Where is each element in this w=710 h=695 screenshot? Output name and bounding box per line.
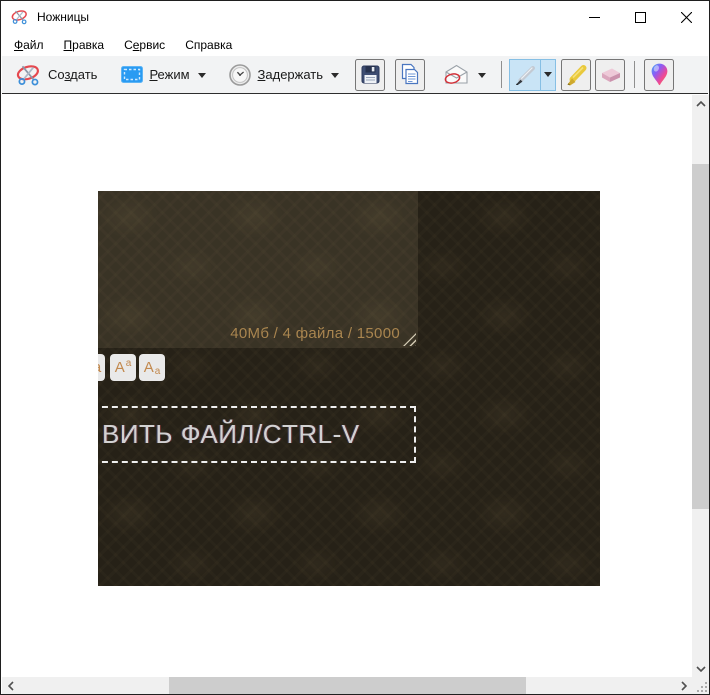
pen-icon	[510, 60, 540, 90]
close-icon	[680, 11, 692, 23]
snip-image[interactable]: 40Мб / 4 файла / 15000 Аа Аа Аа ВИТЬ ФАЙ…	[98, 191, 600, 586]
horizontal-scrollbar-thumb[interactable]	[169, 677, 526, 694]
delay-dropdown-arrow[interactable]	[331, 72, 340, 82]
textarea-resize-grip-icon	[403, 333, 416, 346]
highlighter-icon	[564, 63, 588, 87]
highlighter-tool-button[interactable]	[561, 58, 592, 91]
menu-bar: Файл Правка Сервис Справка	[2, 33, 708, 56]
toolbar-separator	[634, 61, 636, 88]
window-title: Ножницы	[37, 10, 90, 24]
maximize-icon	[634, 11, 646, 23]
save-button[interactable]	[355, 58, 386, 91]
toolbar: Создать Режим Задержать	[2, 56, 708, 94]
balloon-icon	[650, 62, 669, 87]
minimize-icon	[588, 16, 600, 18]
eraser-tool-button[interactable]	[595, 58, 626, 91]
window-resize-grip[interactable]	[692, 677, 709, 694]
email-button[interactable]	[435, 60, 494, 89]
scroll-right-button[interactable]	[675, 677, 692, 694]
toolbar-separator	[501, 61, 503, 88]
menu-tools[interactable]: Сервис	[114, 35, 175, 55]
new-snip-button[interactable]: Создать	[8, 58, 105, 92]
copy-icon	[399, 63, 421, 86]
chevron-down-icon	[544, 72, 553, 81]
font-size-button-small: Аа	[139, 354, 165, 381]
email-icon	[443, 64, 470, 85]
mode-label: Режим	[149, 67, 190, 82]
paste-file-dropbox: ВИТЬ ФАЙЛ/CTRL-V	[98, 406, 416, 463]
copy-button[interactable]	[395, 58, 426, 91]
mode-button[interactable]: Режим	[113, 62, 213, 87]
scissors-app-icon	[11, 8, 29, 26]
scroll-down-button[interactable]	[692, 660, 709, 677]
clock-icon	[228, 63, 252, 87]
chevron-right-icon	[680, 681, 687, 691]
delay-label: Задержать	[257, 67, 324, 82]
pen-dropdown-arrow[interactable]	[540, 59, 555, 90]
horizontal-scrollbar[interactable]	[2, 677, 692, 694]
title-bar: Ножницы	[1, 1, 709, 33]
close-button[interactable]	[663, 1, 709, 33]
resize-grip-icon	[705, 690, 707, 692]
new-snip-label: Создать	[48, 67, 98, 82]
window-controls	[571, 1, 709, 33]
snip-upload-dropzone: 40Мб / 4 файла / 15000	[98, 191, 418, 348]
scroll-up-button[interactable]	[692, 95, 709, 112]
menu-help[interactable]: Справка	[175, 35, 242, 55]
selection-rect-icon	[121, 66, 144, 83]
paste-file-label: ВИТЬ ФАЙЛ/CTRL-V	[102, 419, 360, 449]
email-dropdown-arrow[interactable]	[478, 72, 487, 82]
font-size-button-medium: Аа	[110, 354, 136, 381]
vertical-scrollbar[interactable]	[692, 95, 709, 677]
paint3d-button[interactable]	[644, 58, 675, 91]
delay-button[interactable]: Задержать	[220, 59, 348, 91]
mode-dropdown-arrow[interactable]	[197, 72, 206, 82]
upload-limits-text: 40Мб / 4 файла / 15000	[230, 325, 400, 342]
scroll-left-button[interactable]	[2, 677, 19, 694]
menu-edit[interactable]: Правка	[54, 35, 115, 55]
floppy-icon	[360, 64, 381, 85]
eraser-icon	[598, 66, 623, 84]
scissors-icon	[16, 62, 42, 88]
pen-tool-button[interactable]	[509, 58, 557, 91]
font-size-button-large: Аа	[98, 354, 105, 381]
app-window: Ножницы Файл Правка Сервис Справка Созда…	[0, 0, 710, 695]
menu-file[interactable]: Файл	[4, 35, 54, 55]
chevron-up-icon	[696, 100, 706, 107]
chevron-down-icon	[696, 665, 706, 672]
chevron-left-icon	[7, 681, 14, 691]
minimize-button[interactable]	[571, 1, 617, 33]
vertical-scrollbar-thumb[interactable]	[692, 164, 709, 509]
maximize-button[interactable]	[617, 1, 663, 33]
